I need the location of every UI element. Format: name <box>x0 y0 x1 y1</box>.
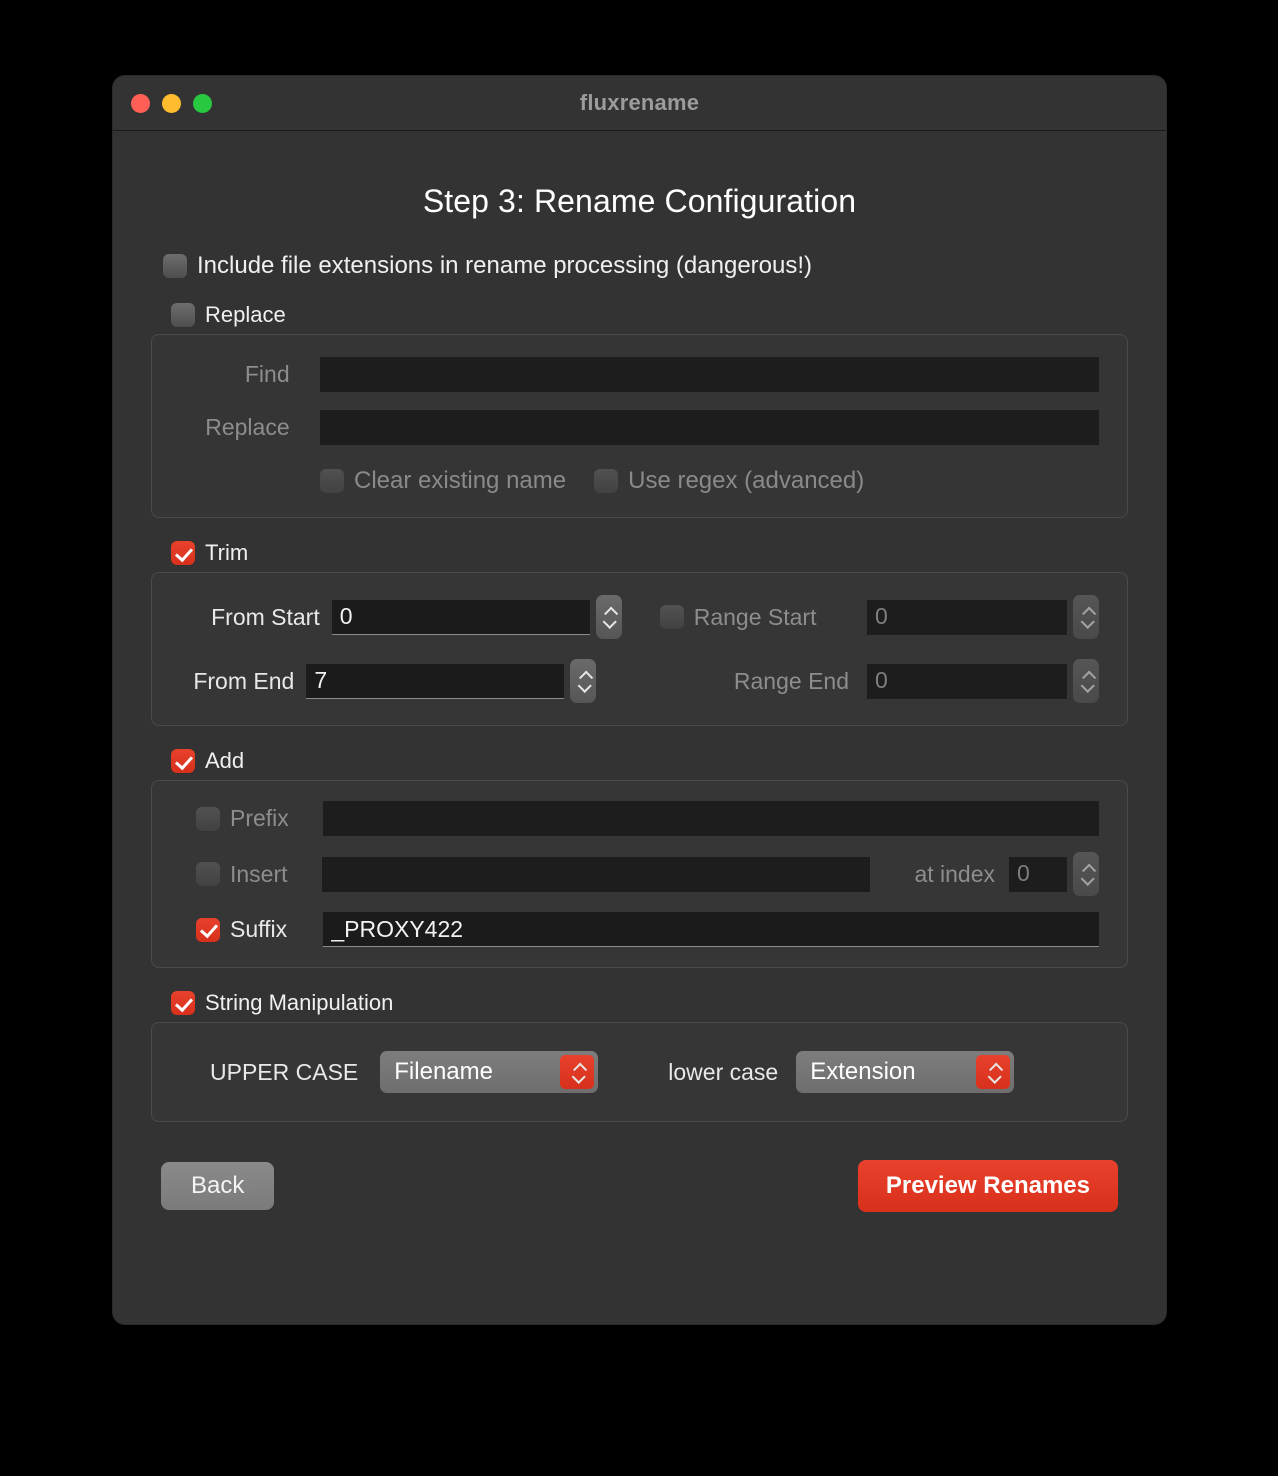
chevron-down-icon[interactable] <box>603 619 614 626</box>
prefix-input[interactable] <box>323 801 1099 836</box>
title-bar: fluxrename <box>113 76 1166 131</box>
prefix-checkbox[interactable] <box>196 806 220 831</box>
insert-label: Insert <box>230 860 288 887</box>
use-regex-label: Use regex (advanced) <box>628 467 865 494</box>
range-start-spinner[interactable] <box>1073 595 1099 639</box>
preview-renames-button[interactable]: Preview Renames <box>857 1160 1118 1212</box>
prefix-label: Prefix <box>230 805 289 831</box>
at-index-spinner[interactable] <box>1073 852 1099 896</box>
upper-case-label: UPPER CASE <box>210 1058 359 1085</box>
replace-group-box: Find Replace Clear existing name Use reg… <box>151 334 1128 518</box>
lower-case-label: lower case <box>668 1058 779 1085</box>
chevron-up-icon[interactable] <box>1081 865 1092 872</box>
suffix-label: Suffix <box>230 916 288 942</box>
chevron-down-icon[interactable] <box>578 683 589 690</box>
chevron-down-icon <box>572 1074 583 1081</box>
trim-group-label: Trim <box>205 540 249 565</box>
from-start-spinner[interactable] <box>595 595 622 639</box>
add-group-checkbox[interactable] <box>171 749 195 773</box>
string-manipulation-group-box: UPPER CASE Filename lower case Extension <box>151 1022 1128 1122</box>
range-start-label: Range Start <box>693 603 817 630</box>
from-end-input[interactable] <box>306 663 565 699</box>
add-group-label: Add <box>205 748 245 773</box>
range-end-spinner[interactable] <box>1073 659 1099 703</box>
trim-group-box: From Start Range Start From End <box>151 572 1128 726</box>
from-start-input[interactable] <box>331 599 590 635</box>
include-extensions-row[interactable]: Include file extensions in rename proces… <box>163 252 1128 280</box>
chevron-down-icon[interactable] <box>1081 619 1092 626</box>
replace-group-checkbox[interactable] <box>171 303 195 327</box>
clear-existing-name-label: Clear existing name <box>354 467 567 494</box>
upper-case-target-select[interactable]: Filename <box>380 1051 599 1093</box>
lower-case-target-value: Extension <box>810 1058 916 1085</box>
trim-group-checkbox[interactable] <box>171 541 195 565</box>
from-end-label: From End <box>193 667 295 694</box>
window-title: fluxrename <box>579 90 700 115</box>
range-end-label: Range End <box>733 667 849 694</box>
back-button[interactable]: Back <box>161 1162 275 1210</box>
app-window: fluxrename Step 3: Rename Configuration … <box>113 76 1166 1324</box>
from-end-spinner[interactable] <box>570 659 597 703</box>
range-start-input[interactable] <box>867 599 1067 635</box>
find-input[interactable] <box>319 357 1099 392</box>
range-end-input[interactable] <box>867 663 1067 699</box>
string-manipulation-checkbox[interactable] <box>171 991 195 1015</box>
prefix-row: Prefix <box>180 801 1099 836</box>
string-manipulation-label: String Manipulation <box>205 990 394 1015</box>
insert-checkbox[interactable] <box>196 862 220 886</box>
chevron-up-down-icon[interactable] <box>560 1055 595 1089</box>
trim-start-row: From Start Range Start <box>180 595 1099 639</box>
chevron-down-icon <box>988 1074 999 1081</box>
trim-group-header[interactable]: Trim <box>171 540 1128 566</box>
use-regex-checkbox[interactable] <box>594 469 619 493</box>
chevron-down-icon[interactable] <box>1081 683 1092 690</box>
case-row: UPPER CASE Filename lower case Extension <box>180 1051 1099 1093</box>
replace-label: Replace <box>205 414 290 440</box>
upper-case-target-value: Filename <box>394 1058 493 1085</box>
suffix-input[interactable] <box>323 912 1099 947</box>
chevron-up-icon[interactable] <box>1081 672 1092 679</box>
at-index-input[interactable] <box>1009 856 1067 892</box>
from-start-label: From Start <box>211 603 320 630</box>
insert-row: Insert at index <box>180 852 1099 896</box>
include-extensions-checkbox[interactable] <box>163 254 187 278</box>
at-index-label: at index <box>914 860 995 887</box>
include-extensions-label: Include file extensions in rename proces… <box>197 252 813 279</box>
lower-case-target-select[interactable]: Extension <box>796 1051 1015 1093</box>
chevron-up-icon[interactable] <box>1081 608 1092 615</box>
suffix-row: Suffix <box>180 912 1099 947</box>
replace-row: Replace <box>180 410 1099 445</box>
chevron-up-icon[interactable] <box>578 672 589 679</box>
find-label: Find <box>244 361 290 387</box>
suffix-checkbox[interactable] <box>196 917 220 942</box>
find-row: Find <box>180 357 1099 392</box>
page-title: Step 3: Rename Configuration <box>422 183 857 219</box>
string-manipulation-group-header[interactable]: String Manipulation <box>171 990 1128 1016</box>
replace-options-row: Clear existing name Use regex (advanced) <box>320 467 1099 495</box>
replace-group-label: Replace <box>205 302 286 327</box>
footer-actions: Back Preview Renames <box>151 1160 1128 1212</box>
range-start-checkbox[interactable] <box>659 605 684 629</box>
replace-group-header[interactable]: Replace <box>171 302 1128 328</box>
trim-end-row: From End Range End <box>180 659 1099 703</box>
replace-input[interactable] <box>319 410 1099 445</box>
window-content: Step 3: Rename Configuration Include fil… <box>113 131 1166 1324</box>
chevron-up-down-icon[interactable] <box>976 1055 1011 1089</box>
add-group-box: Prefix Insert at index Suffix <box>151 780 1128 968</box>
insert-input[interactable] <box>321 856 870 892</box>
add-group-header[interactable]: Add <box>171 748 1128 774</box>
clear-existing-name-checkbox[interactable] <box>320 469 344 493</box>
chevron-down-icon[interactable] <box>1081 876 1092 883</box>
